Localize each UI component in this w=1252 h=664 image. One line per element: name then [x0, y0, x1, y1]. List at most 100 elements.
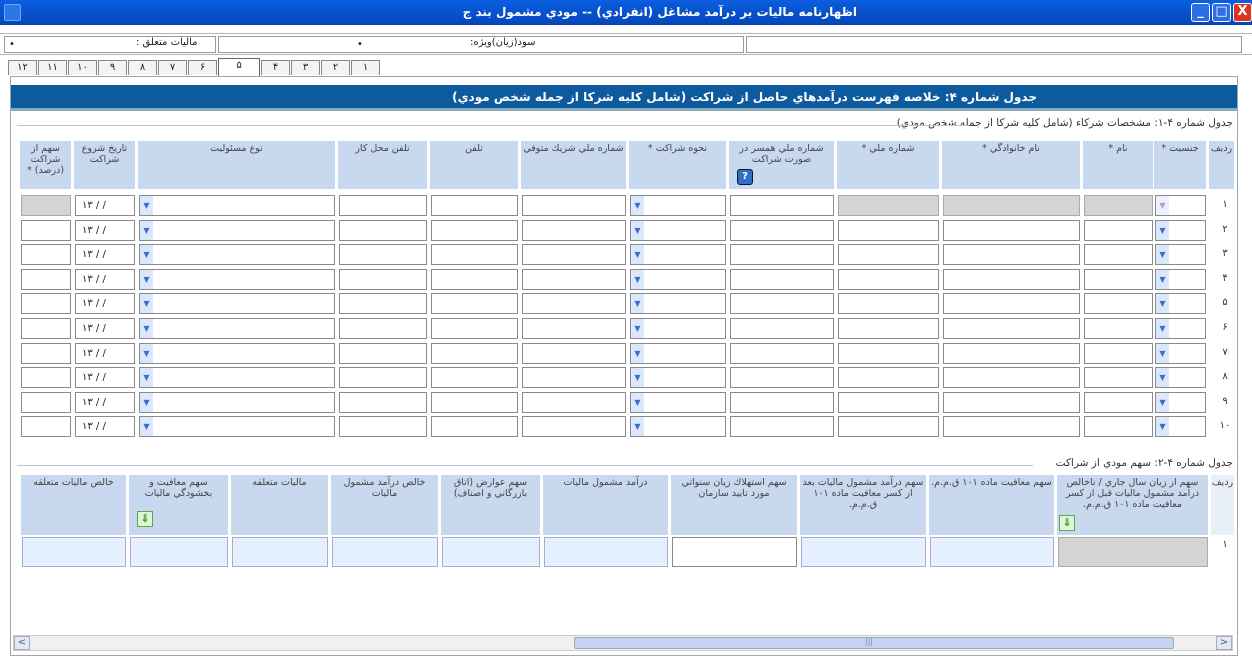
chevron-down-icon[interactable]: ▼	[140, 368, 153, 387]
tab-6[interactable]: ۶	[188, 60, 217, 75]
chevron-down-icon[interactable]: ▼	[631, 393, 644, 412]
responsibility-select[interactable]: ▼	[139, 318, 335, 339]
chevron-down-icon[interactable]: ▼	[1156, 221, 1169, 240]
table1-input-cell[interactable]	[522, 220, 626, 241]
chevron-down-icon[interactable]: ▼	[631, 368, 644, 387]
close-button[interactable]: X	[1233, 3, 1252, 22]
start-date-field[interactable]: ۱۳ / /	[75, 367, 135, 388]
table1-input-cell[interactable]	[943, 293, 1080, 314]
table1-input-cell[interactable]	[1084, 318, 1153, 339]
table1-input-cell[interactable]	[730, 195, 834, 216]
table1-input-cell[interactable]	[943, 195, 1080, 216]
gender-select[interactable]: ▼	[1155, 318, 1206, 339]
tab-10[interactable]: ۱۰	[68, 60, 97, 75]
table1-input-cell[interactable]	[431, 416, 518, 437]
responsibility-select[interactable]: ▼	[139, 293, 335, 314]
table1-input-cell[interactable]	[1084, 343, 1153, 364]
table1-input-cell[interactable]	[730, 367, 834, 388]
help-icon[interactable]: ?	[737, 169, 753, 185]
table1-input-cell[interactable]	[838, 318, 939, 339]
gender-select[interactable]: ▼	[1155, 367, 1206, 388]
table1-input-cell[interactable]	[838, 195, 939, 216]
responsibility-select[interactable]: ▼	[139, 244, 335, 265]
table1-input-cell[interactable]	[943, 392, 1080, 413]
table1-input-cell[interactable]	[431, 269, 518, 290]
table1-input-cell[interactable]	[339, 343, 427, 364]
table1-input-cell[interactable]	[730, 244, 834, 265]
table1-input-cell[interactable]	[730, 343, 834, 364]
table1-input-cell[interactable]	[943, 416, 1080, 437]
table1-input-cell[interactable]	[838, 220, 939, 241]
table1-input-cell[interactable]	[838, 293, 939, 314]
table1-input-cell[interactable]	[431, 367, 518, 388]
gender-select[interactable]: ▼	[1155, 220, 1206, 241]
chevron-down-icon[interactable]: ▼	[631, 417, 644, 436]
table1-input-cell[interactable]	[1084, 220, 1153, 241]
chevron-down-icon[interactable]: ▼	[1156, 368, 1169, 387]
partnership-type-select[interactable]: ▼	[630, 220, 726, 241]
table1-input-cell[interactable]	[339, 392, 427, 413]
tab-7[interactable]: ۷	[158, 60, 187, 75]
table1-input-cell[interactable]	[339, 244, 427, 265]
table1-input-cell[interactable]	[431, 244, 518, 265]
table1-input-cell[interactable]	[838, 367, 939, 388]
table1-input-cell[interactable]	[522, 367, 626, 388]
table1-input-cell[interactable]	[522, 269, 626, 290]
green-arrow-down-icon[interactable]: ⇓	[137, 511, 153, 527]
start-date-field[interactable]: ۱۳ / /	[75, 416, 135, 437]
gender-select[interactable]: ▼	[1155, 269, 1206, 290]
table1-input-cell[interactable]	[1084, 269, 1153, 290]
green-arrow-down-icon[interactable]: ⇓	[1059, 515, 1075, 531]
chevron-down-icon[interactable]: ▼	[631, 319, 644, 338]
table1-input-cell[interactable]	[730, 293, 834, 314]
chevron-down-icon[interactable]: ▼	[1156, 344, 1169, 363]
chevron-down-icon[interactable]: ▼	[1156, 393, 1169, 412]
horizontal-scrollbar[interactable]: < ||| >	[13, 635, 1233, 651]
chevron-down-icon[interactable]: ▼	[1156, 196, 1169, 215]
table1-input-cell[interactable]	[522, 416, 626, 437]
partnership-type-select[interactable]: ▼	[630, 269, 726, 290]
table1-input-cell[interactable]	[21, 195, 71, 216]
gender-select[interactable]: ▼	[1155, 343, 1206, 364]
table1-input-cell[interactable]	[1084, 392, 1153, 413]
table1-input-cell[interactable]	[339, 416, 427, 437]
chevron-down-icon[interactable]: ▼	[631, 245, 644, 264]
scroll-right-arrow[interactable]: >	[1216, 636, 1232, 650]
table1-input-cell[interactable]	[339, 195, 427, 216]
gender-select[interactable]: ▼	[1155, 416, 1206, 437]
table1-input-cell[interactable]	[21, 343, 71, 364]
table1-input-cell[interactable]	[943, 269, 1080, 290]
responsibility-select[interactable]: ▼	[139, 220, 335, 241]
tab-4[interactable]: ۴	[261, 60, 290, 75]
tab-9[interactable]: ۹	[98, 60, 127, 75]
partnership-type-select[interactable]: ▼	[630, 195, 726, 216]
responsibility-select[interactable]: ▼	[139, 367, 335, 388]
table1-input-cell[interactable]	[21, 392, 71, 413]
chevron-down-icon[interactable]: ▼	[140, 245, 153, 264]
chevron-down-icon[interactable]: ▼	[1156, 319, 1169, 338]
table1-input-cell[interactable]	[21, 367, 71, 388]
tab-11[interactable]: ۱۱	[38, 60, 67, 75]
start-date-field[interactable]: ۱۳ / /	[75, 293, 135, 314]
chevron-down-icon[interactable]: ▼	[140, 319, 153, 338]
table1-input-cell[interactable]	[431, 343, 518, 364]
table1-input-cell[interactable]	[730, 318, 834, 339]
table1-input-cell[interactable]	[522, 318, 626, 339]
table1-input-cell[interactable]	[431, 392, 518, 413]
partnership-type-select[interactable]: ▼	[630, 367, 726, 388]
table1-input-cell[interactable]	[339, 293, 427, 314]
table1-input-cell[interactable]	[838, 343, 939, 364]
table1-input-cell[interactable]	[838, 392, 939, 413]
table1-input-cell[interactable]	[943, 220, 1080, 241]
tab-5[interactable]: ۵	[218, 58, 260, 76]
table1-input-cell[interactable]	[431, 220, 518, 241]
chevron-down-icon[interactable]: ▼	[140, 196, 153, 215]
table1-input-cell[interactable]	[730, 392, 834, 413]
table1-input-cell[interactable]	[943, 318, 1080, 339]
scroll-left-arrow[interactable]: <	[14, 636, 30, 650]
scroll-thumb[interactable]: |||	[574, 637, 1174, 649]
table1-input-cell[interactable]	[522, 195, 626, 216]
chevron-down-icon[interactable]: ▼	[140, 294, 153, 313]
table1-input-cell[interactable]	[522, 343, 626, 364]
chevron-down-icon[interactable]: ▼	[631, 344, 644, 363]
